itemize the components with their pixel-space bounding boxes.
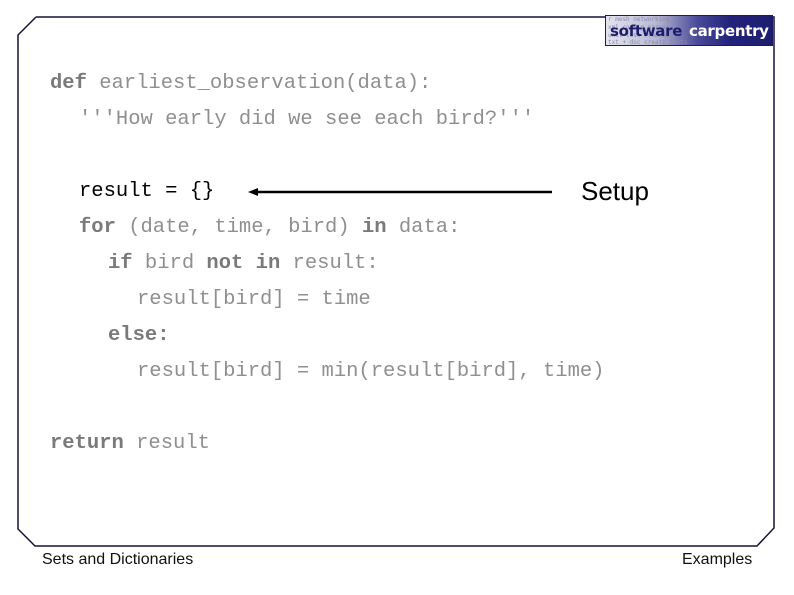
code-keyword: def bbox=[50, 72, 87, 95]
code-line: result[bird] = time bbox=[137, 288, 371, 312]
code-keyword: return bbox=[50, 432, 124, 455]
logo-faint-text: txt + doc create tests bbox=[608, 39, 688, 46]
footer-slide-topic: Examples bbox=[682, 551, 753, 568]
code-keyword: in bbox=[255, 252, 281, 275]
footer-section-title: Sets and Dictionaries bbox=[42, 551, 194, 568]
code-text: result bbox=[123, 432, 210, 455]
code-keyword: else: bbox=[108, 324, 170, 347]
code-keyword: in bbox=[361, 216, 387, 239]
code-text: (date, time, bird) bbox=[115, 216, 362, 239]
software-carpentry-logo: r mesh networking xml config parser unit… bbox=[605, 15, 773, 46]
code-text: result[bird] = time bbox=[137, 288, 371, 311]
code-keyword: for bbox=[79, 216, 116, 239]
setup-arrow bbox=[248, 188, 552, 196]
code-text: bird bbox=[132, 252, 207, 275]
code-text: result: bbox=[280, 252, 379, 275]
code-line: if bird not in result: bbox=[108, 252, 379, 276]
code-text: '''How early did we see each bird?''' bbox=[79, 108, 535, 131]
code-text: earliest_observation(data): bbox=[86, 72, 432, 95]
slide-border bbox=[17, 16, 775, 547]
logo-word-software: software bbox=[610, 22, 683, 40]
setup-annotation: Setup bbox=[581, 176, 649, 206]
code-line: return result bbox=[50, 432, 210, 456]
arrow-head-icon bbox=[248, 188, 258, 196]
code-line: result[bird] = min(result[bird], time) bbox=[137, 360, 604, 384]
logo-word-carpentry: carpentry bbox=[689, 22, 769, 40]
code-keyword: if bbox=[108, 252, 133, 275]
code-line: result = {} bbox=[79, 180, 214, 204]
code-line: else: bbox=[108, 324, 170, 348]
code-line: def earliest_observation(data): bbox=[50, 72, 431, 96]
code-line: for (date, time, bird) in data: bbox=[79, 216, 460, 240]
code-text: data: bbox=[386, 216, 461, 239]
code-line: '''How early did we see each bird?''' bbox=[79, 108, 534, 132]
code-keyword: not bbox=[206, 252, 244, 275]
code-text: result[bird] = min(result[bird], time) bbox=[137, 360, 605, 383]
code-text: result = {} bbox=[79, 180, 215, 203]
